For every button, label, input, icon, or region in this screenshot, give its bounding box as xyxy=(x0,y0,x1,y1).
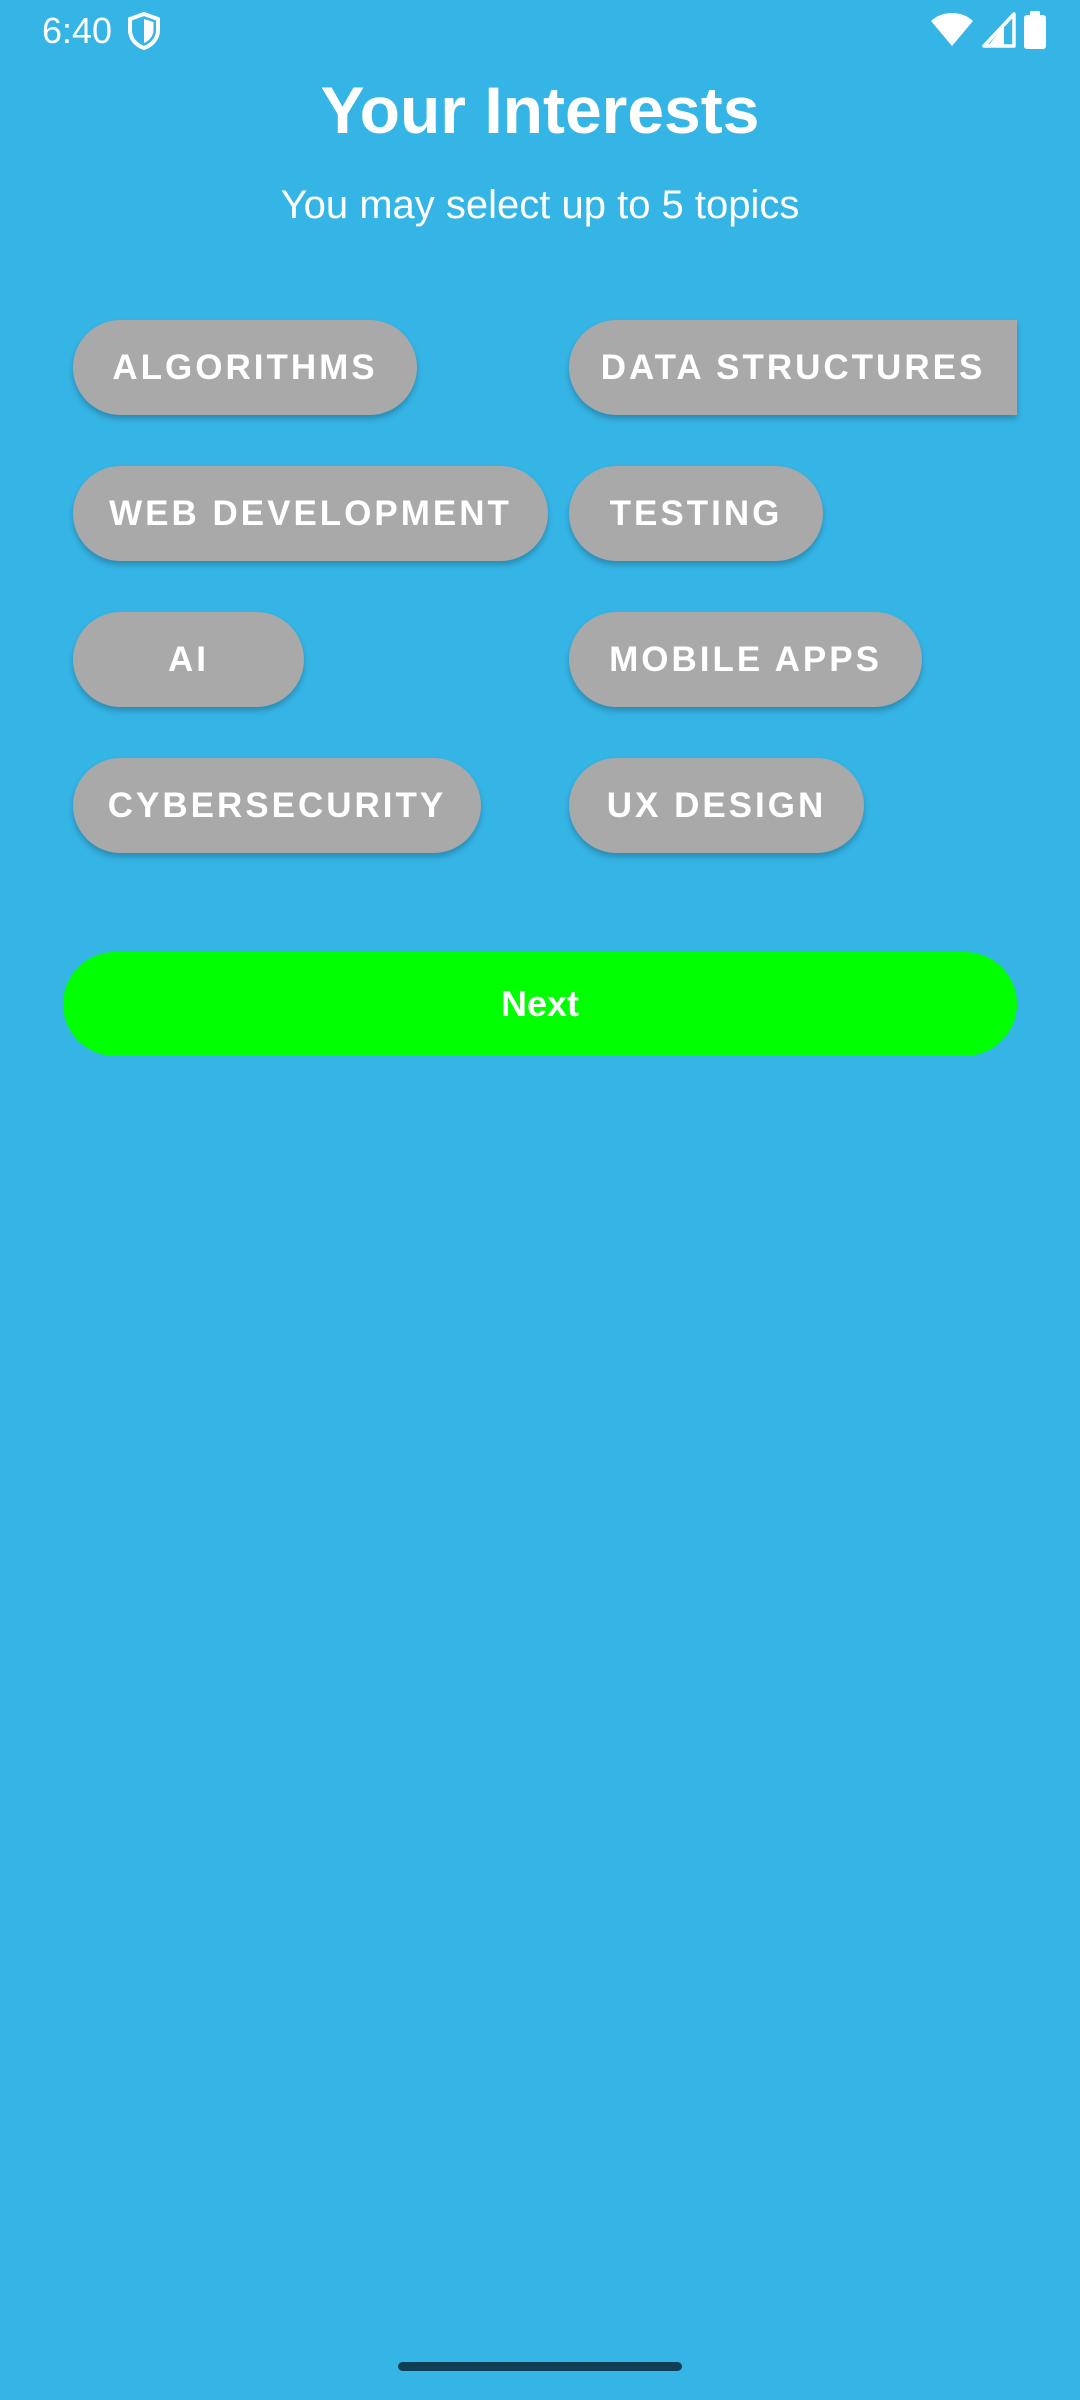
topic-chip-ai[interactable]: AI xyxy=(73,612,304,707)
topic-chip-testing[interactable]: TESTING xyxy=(569,466,823,561)
next-button[interactable]: Next xyxy=(63,952,1017,1056)
signal-icon xyxy=(982,11,1016,53)
topic-chip-data-structures[interactable]: DATA STRUCTURES xyxy=(569,320,1017,415)
status-icons xyxy=(930,10,1046,54)
topic-chip-cybersecurity[interactable]: CYBERSECURITY xyxy=(73,758,481,853)
page-title: Your Interests xyxy=(320,73,760,147)
status-bar: 6:40 xyxy=(0,0,1080,62)
topic-chip-algorithms[interactable]: ALGORITHMS xyxy=(73,320,417,415)
wifi-icon xyxy=(930,12,974,53)
status-time: 6:40 xyxy=(42,10,113,51)
page-subtitle: You may select up to 5 topics xyxy=(280,183,800,227)
topic-chip-ux-design[interactable]: UX DESIGN xyxy=(569,758,864,853)
battery-icon xyxy=(1024,10,1046,54)
gesture-nav-bar[interactable] xyxy=(398,2362,682,2371)
topic-chip-mobile-apps[interactable]: MOBILE APPS xyxy=(569,612,922,707)
shield-icon xyxy=(127,11,161,51)
topic-chip-web-development[interactable]: WEB DEVELOPMENT xyxy=(73,466,548,561)
